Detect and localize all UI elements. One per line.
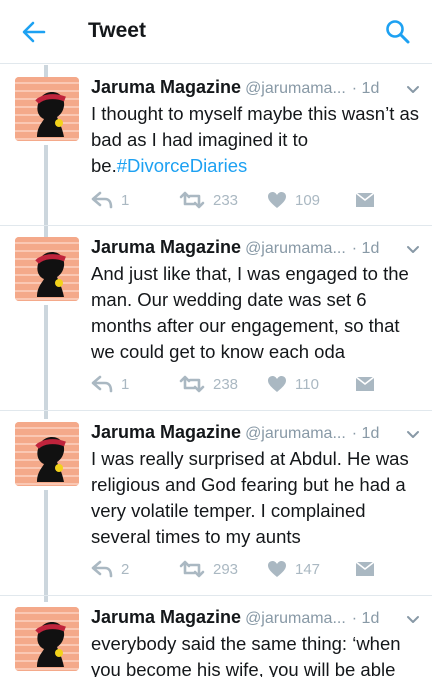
retweet-icon [179,560,205,578]
tweet-actions: 1 233 109 [91,188,391,212]
back-button[interactable] [20,18,48,46]
silhouette-logo-icon [15,77,79,141]
tweet-actions: 2 293 147 [91,557,391,581]
tweet-header: Jaruma Magazine @jarumama... · 1d [91,607,421,633]
like-count: 109 [295,191,321,209]
silhouette-logo-icon [15,237,79,301]
like-button[interactable]: 110 [267,372,319,396]
search-icon [386,20,410,44]
timestamp[interactable]: · 1d [352,425,380,442]
direct-message-button[interactable] [355,557,375,581]
tweet-actions: 1 238 110 [91,372,391,396]
like-count: 147 [295,560,321,578]
reply-button[interactable]: 2 [91,557,129,581]
avatar[interactable] [15,77,79,141]
direct-message-button[interactable] [355,188,375,212]
conversation-timeline[interactable]: Jaruma Magazine @jarumama... · 1d I though… [0,65,432,677]
reply-icon [91,191,113,209]
reply-count: 2 [121,560,130,578]
author-handle[interactable]: @jarumama... [245,610,346,627]
timestamp[interactable]: · 1d [352,240,380,257]
app-bar: Tweet [0,0,432,64]
like-count: 110 [295,375,319,393]
tweet-header: Jaruma Magazine @jarumama... · 1d [91,237,421,263]
avatar[interactable] [15,237,79,301]
tweet-text: I thought to myself maybe this wasn’t as… [91,101,423,179]
reply-icon [91,560,113,578]
arrow-left-icon [22,21,46,43]
reply-button[interactable]: 1 [91,372,129,396]
reply-count: 1 [121,375,130,393]
chevron-down-icon[interactable] [405,426,421,442]
author-name[interactable]: Jaruma Magazine [91,422,241,442]
like-button[interactable]: 109 [267,188,320,212]
author-name[interactable]: Jaruma Magazine [91,237,241,257]
avatar[interactable] [15,422,79,486]
reply-button[interactable]: 1 [91,188,129,212]
retweet-icon [179,191,205,209]
silhouette-logo-icon [15,607,79,671]
envelope-icon [355,561,375,576]
direct-message-button[interactable] [355,372,375,396]
avatar[interactable] [15,607,79,671]
reply-icon [91,375,113,393]
author-handle[interactable]: @jarumama... [245,240,346,257]
author-handle[interactable]: @jarumama... [245,425,346,442]
retweet-icon [179,375,205,393]
reply-count: 1 [121,191,130,209]
tweet-header: Jaruma Magazine @jarumama... · 1d [91,77,421,103]
tweet-text: everybody said the same thing: ‘when you… [91,633,401,677]
author-handle[interactable]: @jarumama... [245,80,346,97]
author-name[interactable]: Jaruma Magazine [91,607,241,627]
retweet-button[interactable]: 233 [179,188,238,212]
hashtag-link[interactable]: #DivorceDiaries [117,155,248,176]
tweet-text: I was really surprised at Abdul. He was … [91,448,409,547]
tweet-divider [0,410,432,411]
envelope-icon [355,192,375,207]
chevron-down-icon[interactable] [405,611,421,627]
timestamp[interactable]: · 1d [352,610,380,627]
chevron-down-icon[interactable] [405,241,421,257]
tweet[interactable]: Jaruma Magazine @jarumama... · 1d everybod… [0,607,432,677]
tweet-divider [0,595,432,596]
retweet-button[interactable]: 238 [179,372,238,396]
page-title: Tweet [88,19,146,42]
like-button[interactable]: 147 [267,557,320,581]
tweet-text: And just like that, I was engaged to the… [91,263,409,362]
tweet-header: Jaruma Magazine @jarumama... · 1d [91,422,421,448]
silhouette-logo-icon [15,422,79,486]
tweet-divider [0,225,432,226]
heart-icon [268,376,286,392]
chevron-down-icon[interactable] [405,81,421,97]
author-name[interactable]: Jaruma Magazine [91,77,241,97]
heart-icon [268,561,286,577]
retweet-count: 238 [213,375,239,393]
retweet-button[interactable]: 293 [179,557,238,581]
retweet-count: 233 [213,191,239,209]
retweet-count: 293 [213,560,239,578]
timestamp[interactable]: · 1d [352,80,380,97]
heart-icon [268,192,286,208]
search-button[interactable] [384,18,412,46]
envelope-icon [355,376,375,391]
thread-connector [44,65,48,77]
